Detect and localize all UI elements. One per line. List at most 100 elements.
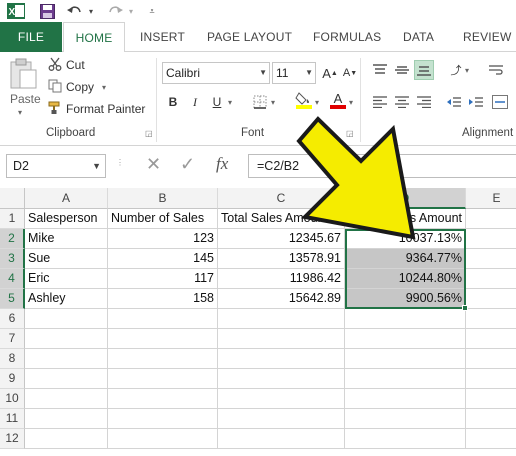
tab-insert[interactable]: INSERT xyxy=(140,22,185,52)
font-launcher-icon[interactable]: ◲ xyxy=(346,129,354,138)
empty-cell[interactable] xyxy=(218,329,345,349)
save-icon[interactable] xyxy=(38,2,56,20)
decrease-indent-icon[interactable] xyxy=(444,92,464,112)
empty-cell[interactable] xyxy=(345,389,466,409)
font-size-select[interactable]: 11 ▼ xyxy=(272,62,316,84)
cell-b3[interactable]: 145 xyxy=(108,249,218,269)
font-color-button[interactable]: A xyxy=(328,90,348,110)
copy-dropdown-icon[interactable]: ▾ xyxy=(102,83,106,92)
empty-cell[interactable] xyxy=(345,409,466,429)
empty-cell[interactable] xyxy=(108,349,218,369)
row-header-5[interactable]: 5 xyxy=(0,289,25,309)
top-align-icon[interactable] xyxy=(370,60,390,80)
paste-dropdown-icon[interactable]: ▾ xyxy=(18,108,22,117)
empty-cell[interactable] xyxy=(108,429,218,449)
borders-icon[interactable] xyxy=(250,92,270,112)
column-header-e[interactable]: E xyxy=(466,188,516,209)
cell-e3[interactable] xyxy=(466,249,516,269)
cell-c3[interactable]: 13578.91 xyxy=(218,249,345,269)
empty-cell[interactable] xyxy=(218,349,345,369)
cell-e2[interactable] xyxy=(466,229,516,249)
increase-font-size-icon[interactable]: A ▲ xyxy=(320,63,340,83)
confirm-entry-icon[interactable]: ✓ xyxy=(180,154,195,178)
cell-e5[interactable] xyxy=(466,289,516,309)
empty-cell[interactable] xyxy=(466,309,516,329)
cell-c5[interactable]: 15642.89 xyxy=(218,289,345,309)
select-all-corner[interactable] xyxy=(0,188,25,209)
align-right-icon[interactable] xyxy=(414,92,434,112)
insert-function-button[interactable]: fx xyxy=(216,154,228,178)
cell-d2[interactable]: 10037.13% xyxy=(345,229,466,249)
row-header-4[interactable]: 4 xyxy=(0,269,25,289)
undo-icon[interactable] xyxy=(66,2,84,20)
font-color-dropdown-icon[interactable]: ▾ xyxy=(346,92,356,112)
align-center-icon[interactable] xyxy=(392,92,412,112)
clipboard-launcher-icon[interactable]: ◲ xyxy=(145,129,153,138)
empty-cell[interactable] xyxy=(218,429,345,449)
tab-data[interactable]: DATA xyxy=(403,22,434,52)
empty-cell[interactable] xyxy=(345,369,466,389)
merge-center-icon[interactable] xyxy=(490,92,510,112)
tab-file[interactable]: FILE xyxy=(0,22,62,52)
bold-button[interactable]: B xyxy=(163,92,183,112)
column-header-c[interactable]: C xyxy=(218,188,345,209)
empty-cell[interactable] xyxy=(218,369,345,389)
cell-d4[interactable]: 10244.80% xyxy=(345,269,466,289)
column-header-d[interactable]: D xyxy=(345,188,466,209)
empty-cell[interactable] xyxy=(466,329,516,349)
row-header-3[interactable]: 3 xyxy=(0,249,25,269)
row-header-6[interactable]: 6 xyxy=(0,309,25,329)
middle-align-icon[interactable] xyxy=(392,60,412,80)
redo-icon[interactable] xyxy=(106,2,124,20)
row-header-12[interactable]: 12 xyxy=(0,429,25,449)
empty-cell[interactable] xyxy=(108,409,218,429)
wrap-text-icon[interactable] xyxy=(486,60,506,80)
empty-cell[interactable] xyxy=(25,369,108,389)
row-header-10[interactable]: 10 xyxy=(0,389,25,409)
empty-cell[interactable] xyxy=(108,309,218,329)
empty-cell[interactable] xyxy=(25,309,108,329)
cell-b1[interactable]: Number of Sales xyxy=(108,209,218,229)
cell-b5[interactable]: 158 xyxy=(108,289,218,309)
empty-cell[interactable] xyxy=(25,329,108,349)
empty-cell[interactable] xyxy=(466,369,516,389)
bottom-align-icon[interactable] xyxy=(414,60,434,80)
cell-b4[interactable]: 117 xyxy=(108,269,218,289)
formula-input[interactable]: =C2/B2 xyxy=(248,154,516,178)
empty-cell[interactable] xyxy=(25,389,108,409)
column-header-b[interactable]: B xyxy=(108,188,218,209)
empty-cell[interactable] xyxy=(345,349,466,369)
empty-cell[interactable] xyxy=(108,369,218,389)
cell-a5[interactable]: Ashley xyxy=(25,289,108,309)
empty-cell[interactable] xyxy=(25,349,108,369)
cell-c2[interactable]: 12345.67 xyxy=(218,229,345,249)
empty-cell[interactable] xyxy=(466,409,516,429)
row-header-11[interactable]: 11 xyxy=(0,409,25,429)
empty-cell[interactable] xyxy=(466,349,516,369)
empty-cell[interactable] xyxy=(218,389,345,409)
align-left-icon[interactable] xyxy=(370,92,390,112)
copy-button[interactable]: Copy ▾ xyxy=(48,78,106,96)
row-header-1[interactable]: 1 xyxy=(0,209,25,229)
empty-cell[interactable] xyxy=(218,409,345,429)
cell-c1[interactable]: Total Sales Amount xyxy=(218,209,345,229)
cell-a1[interactable]: Salesperson xyxy=(25,209,108,229)
empty-cell[interactable] xyxy=(345,309,466,329)
cell-c4[interactable]: 11986.42 xyxy=(218,269,345,289)
excel-logo-icon[interactable]: X xyxy=(6,2,26,20)
formula-bar-handle-icon[interactable]: ⋮ xyxy=(116,158,124,182)
row-header-9[interactable]: 9 xyxy=(0,369,25,389)
row-header-7[interactable]: 7 xyxy=(0,329,25,349)
tab-home[interactable]: HOME xyxy=(63,22,125,53)
undo-dropdown-icon[interactable]: ▾ xyxy=(86,2,96,20)
empty-cell[interactable] xyxy=(345,429,466,449)
row-header-2[interactable]: 2 xyxy=(0,229,25,249)
cell-e1[interactable] xyxy=(466,209,516,229)
empty-cell[interactable] xyxy=(466,389,516,409)
underline-button[interactable]: U xyxy=(207,92,227,112)
empty-cell[interactable] xyxy=(345,329,466,349)
tab-review[interactable]: REVIEW xyxy=(463,22,512,52)
tab-formulas[interactable]: FORMULAS xyxy=(313,22,381,52)
cell-a3[interactable]: Sue xyxy=(25,249,108,269)
empty-cell[interactable] xyxy=(108,389,218,409)
